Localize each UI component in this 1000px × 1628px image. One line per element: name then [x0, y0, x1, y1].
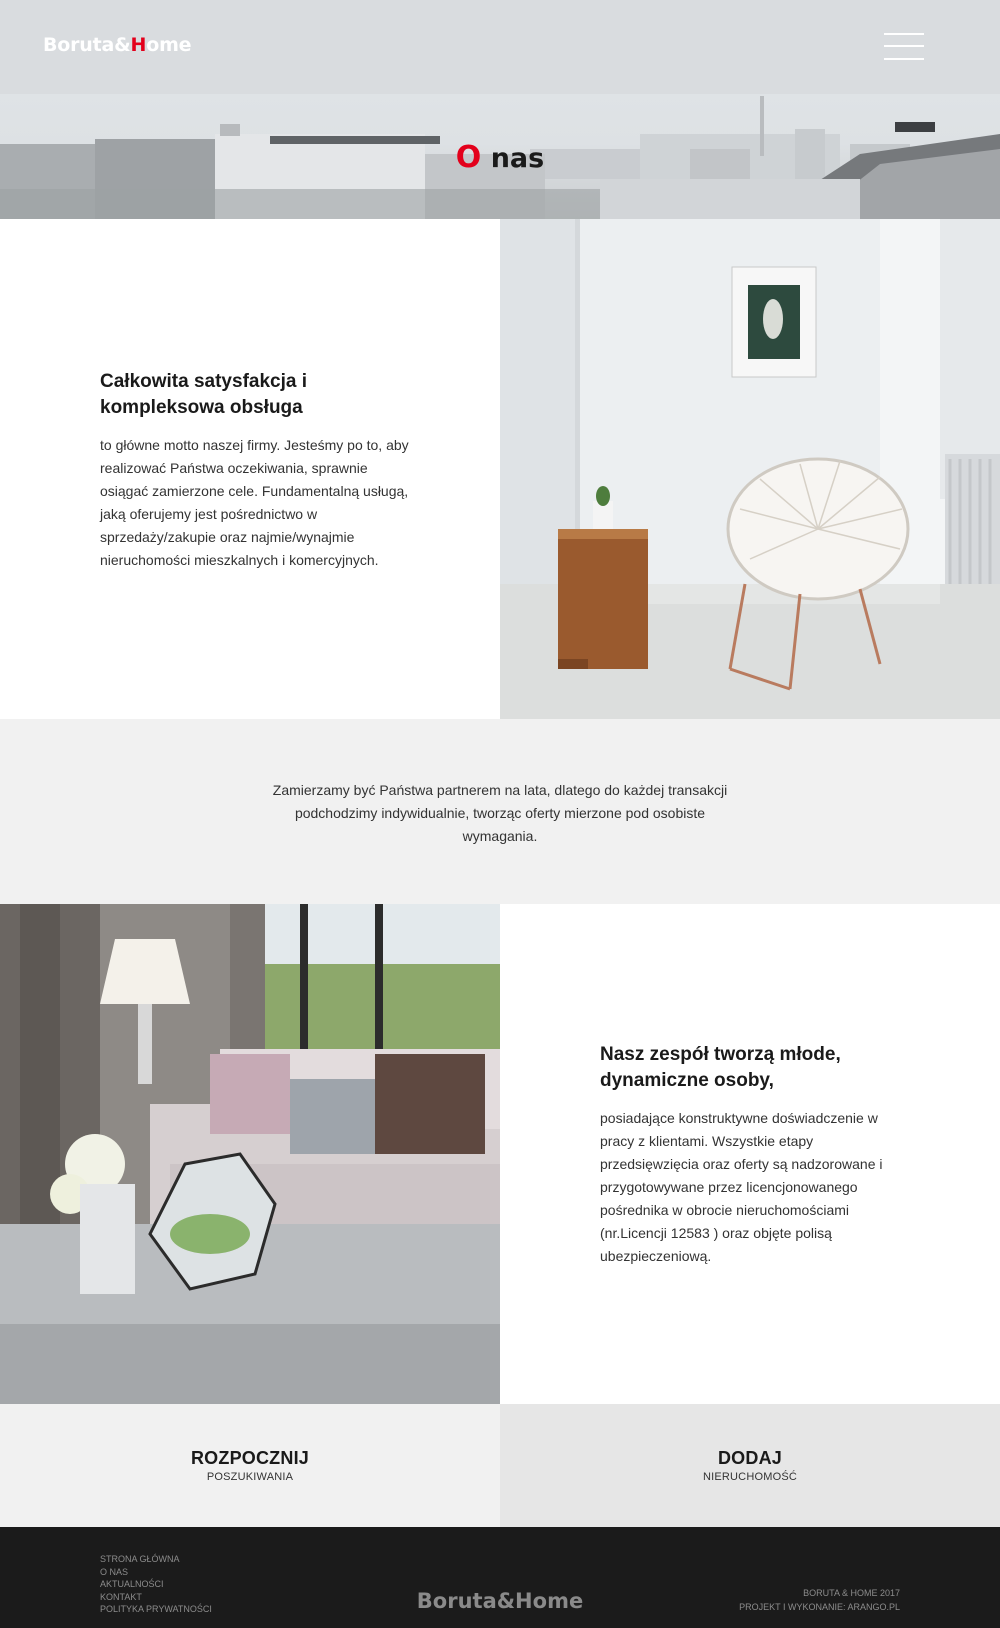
living-room-photo: [0, 904, 500, 1404]
interior-chair-photo: [500, 219, 1000, 719]
footer-copyright: BORUTA & HOME 2017: [803, 1588, 900, 1598]
partnership-band: Zamierzamy być Państwa partnerem na lata…: [0, 719, 1000, 904]
footer-design-credit[interactable]: PROJEKT I WYKONANIE: ARANGO.PL: [739, 1600, 900, 1614]
site-header: Boruta&Home: [0, 0, 1000, 94]
add-property-button[interactable]: DODAJ NIERUCHOMOŚĆ: [500, 1404, 1000, 1527]
team-heading: Nasz zespół tworzą młode, dynamiczne oso…: [600, 1044, 841, 1091]
chair-illustration: [500, 219, 1000, 719]
add-property-sublabel: NIERUCHOMOŚĆ: [702, 1471, 798, 1483]
start-search-sublabel: POSZUKIWANIA: [206, 1471, 294, 1483]
motto-section: Całkowita satysfakcja i kompleksowa obsł…: [0, 219, 500, 719]
partnership-text: Zamierzamy być Państwa partnerem na lata…: [272, 782, 728, 844]
team-paragraph: posiadające konstruktywne doświadczenie …: [600, 1110, 883, 1264]
living-room-illustration: [0, 904, 500, 1404]
logo-text-ome: ome: [146, 34, 192, 56]
page-banner: O nas: [0, 94, 1000, 219]
page-title: O nas: [0, 140, 1000, 175]
logo-text-boruta: Boruta: [43, 34, 115, 56]
site-footer: STRONA GŁÓWNA O NAS AKTUALNOŚCI KONTAKT …: [0, 1527, 1000, 1628]
hamburger-menu-icon[interactable]: [884, 33, 924, 61]
team-section: Nasz zespół tworzą młode, dynamiczne oso…: [500, 904, 1000, 1404]
page-title-text: nas: [481, 143, 545, 174]
page-title-accent: O: [455, 140, 482, 175]
logo-ampersand: &: [114, 34, 131, 56]
start-search-label: ROZPOCZNIJ: [190, 1448, 309, 1468]
motto-heading: Całkowita satysfakcja i kompleksowa obsł…: [100, 371, 307, 418]
site-logo[interactable]: Boruta&Home: [43, 34, 192, 56]
footer-link-home[interactable]: STRONA GŁÓWNA: [100, 1553, 212, 1566]
logo-accent-letter: H: [130, 34, 147, 56]
footer-link-about[interactable]: O NAS: [100, 1566, 212, 1579]
motto-paragraph: to główne motto naszej firmy. Jesteśmy p…: [100, 437, 409, 568]
footer-credits: BORUTA & HOME 2017 PROJEKT I WYKONANIE: …: [739, 1586, 900, 1614]
start-search-button[interactable]: ROZPOCZNIJ POSZUKIWANIA: [0, 1404, 500, 1527]
add-property-label: DODAJ: [717, 1448, 782, 1468]
